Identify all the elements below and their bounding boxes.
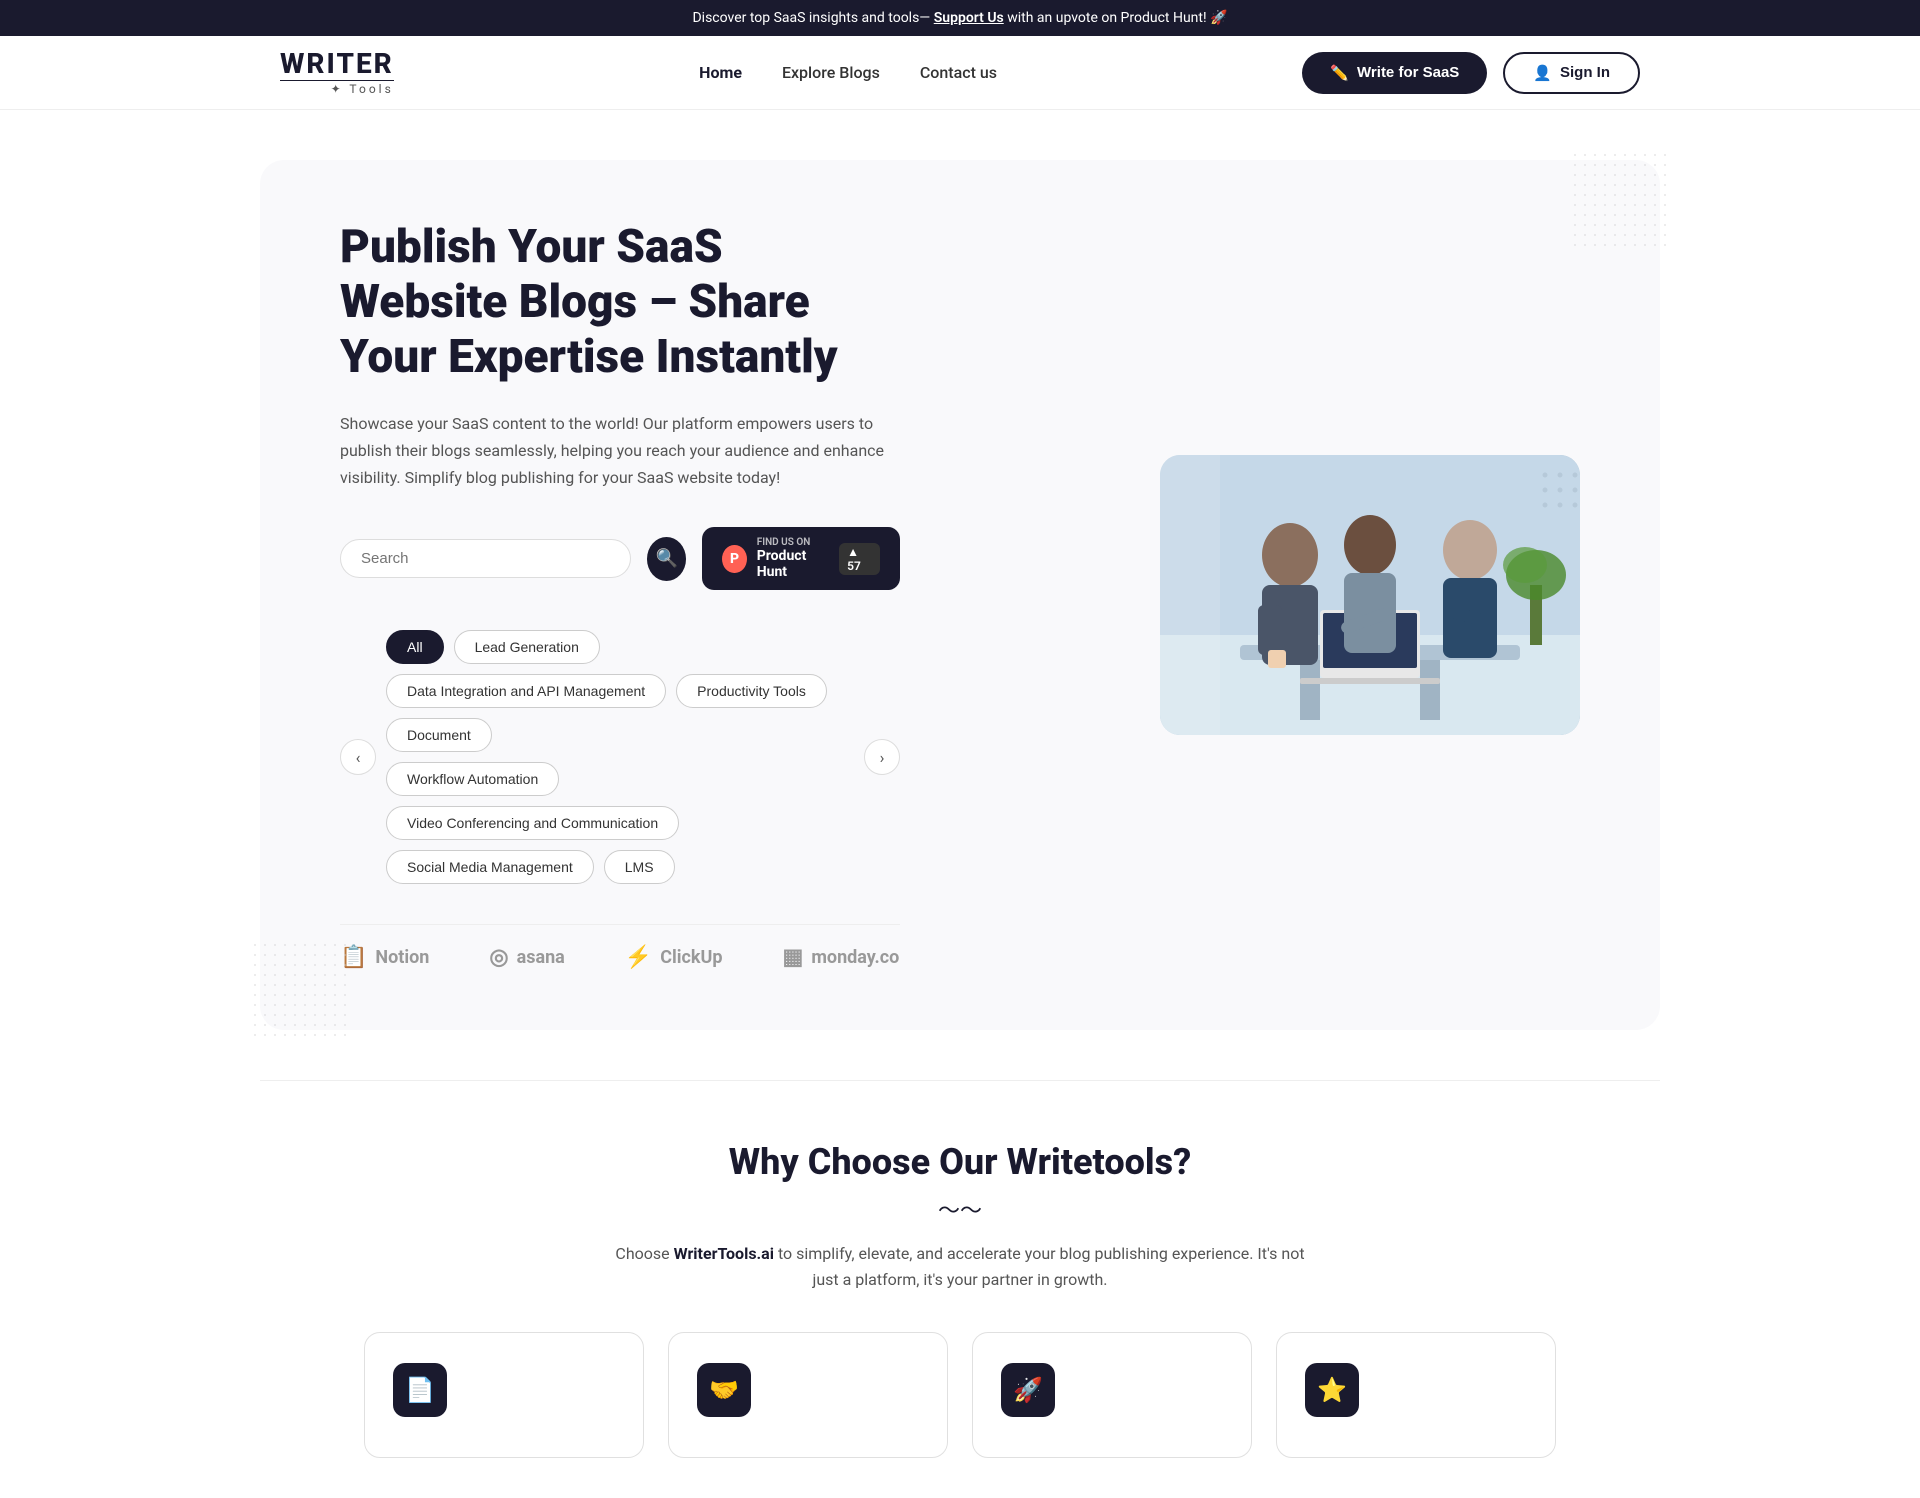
brands-row: 📋 Notion ◎ asana ⚡ ClickUp ▦ monday.com … [340,924,900,970]
logo: WRITER ✦ Tools [280,50,394,95]
hero-section: Publish Your SaaS Website Blogs – Share … [260,160,1660,1030]
arrow-up-icon: ▲ [847,545,859,559]
logo-tools: ✦ Tools [280,83,394,95]
hero-title: Publish Your SaaS Website Blogs – Share … [340,220,900,386]
clickup-icon: ⚡ [625,945,652,970]
logo-writer: WRITER [280,50,394,81]
hero-desc: Showcase your SaaS content to the world!… [340,410,900,492]
monday-icon: ▦ [783,945,804,970]
brand-notion: 📋 Notion [340,945,429,970]
next-category-arrow[interactable]: › [864,739,900,775]
why-desc: Choose WriterTools.ai to simplify, eleva… [610,1241,1310,1292]
search-button[interactable]: 🔍 [647,537,686,581]
feature-card-4: ⭐ [1276,1332,1556,1458]
pill-video-conferencing[interactable]: Video Conferencing and Communication [386,806,679,840]
chevron-right-icon: › [880,748,885,767]
search-box [340,539,631,578]
notion-label: Notion [375,947,429,968]
feature-icon-3: 🚀 [1001,1363,1055,1417]
dot-pattern-top-right [1570,150,1670,250]
write-for-saas-button[interactable]: ✏️ Write for SaaS [1302,52,1487,94]
features-grid: 📄 🤝 🚀 ⭐ [260,1332,1660,1458]
banner-text: Discover top SaaS insights and tools— [692,10,930,26]
why-desc-pre: Choose [615,1244,673,1263]
brand-monday: ▦ monday.com [783,945,900,970]
pencil-icon: ✏️ [1330,64,1349,82]
hero-content: Publish Your SaaS Website Blogs – Share … [340,220,900,970]
hero-image-bg [1160,455,1580,735]
nav-buttons: ✏️ Write for SaaS 👤 Sign In [1302,52,1640,94]
user-icon: 👤 [1533,64,1552,82]
product-hunt-badge[interactable]: P FIND US ON Product Hunt ▲ 57 [702,527,900,590]
nav-links: Home Explore Blogs Contact us [699,63,997,82]
banner-link[interactable]: Support Us [934,10,1004,26]
top-banner: Discover top SaaS insights and tools— Su… [0,0,1920,36]
ph-text: FIND US ON Product Hunt [757,537,829,580]
pill-social-media[interactable]: Social Media Management [386,850,594,884]
feature-icon-1: 📄 [393,1363,447,1417]
feature-card-3: 🚀 [972,1332,1252,1458]
pills-row-2: Workflow Automation Video Conferencing a… [386,762,854,884]
pill-lead-generation[interactable]: Lead Generation [454,630,600,664]
feature-card-1: 📄 [364,1332,644,1458]
why-section: Why Choose Our Writetools? 〜〜 Choose Wri… [0,1081,1920,1498]
why-wave: 〜〜 [260,1193,1660,1225]
pill-lms[interactable]: LMS [604,850,675,884]
why-title: Why Choose Our Writetools? [260,1141,1660,1183]
ph-count: ▲ 57 [839,543,880,575]
brand-clickup: ⚡ ClickUp [625,945,723,970]
pills-wrapper: All Lead Generation Data Integration and… [386,630,854,884]
chevron-left-icon: ‹ [356,748,361,767]
feature-icon-2: 🤝 [697,1363,751,1417]
feature-icon-4: ⭐ [1305,1363,1359,1417]
nav-contact[interactable]: Contact us [920,63,997,82]
pill-all[interactable]: All [386,630,444,664]
pill-data-integration[interactable]: Data Integration and API Management [386,674,666,708]
pill-document[interactable]: Document [386,718,492,752]
asana-label: asana [517,947,565,968]
why-brand: WriterTools.ai [674,1244,774,1263]
ph-logo: P [722,545,746,573]
clickup-label: ClickUp [660,947,722,968]
pill-productivity-tools[interactable]: Productivity Tools [676,674,827,708]
pills-row-1: All Lead Generation Data Integration and… [386,630,854,752]
ph-find-label: FIND US ON [757,537,829,548]
nav-explore-blogs[interactable]: Explore Blogs [782,63,880,82]
monday-label: monday.com [811,947,900,968]
ph-name: Product Hunt [757,548,829,580]
brand-asana: ◎ asana [489,945,564,970]
sign-in-button[interactable]: 👤 Sign In [1503,52,1640,94]
dot-pattern-bottom-left [250,940,350,1040]
search-icon: 🔍 [655,548,677,569]
why-desc-post: to simplify, elevate, and accelerate you… [774,1244,1305,1289]
hero-image [1160,455,1580,735]
pill-workflow-automation[interactable]: Workflow Automation [386,762,559,796]
search-input[interactable] [361,550,610,567]
banner-suffix: with an upvote on Product Hunt! 🚀 [1007,10,1227,26]
hero-illustration [1160,455,1580,735]
prev-category-arrow[interactable]: ‹ [340,739,376,775]
navbar: WRITER ✦ Tools Home Explore Blogs Contac… [0,36,1920,110]
asana-icon: ◎ [489,945,508,970]
feature-card-2: 🤝 [668,1332,948,1458]
categories-nav: ‹ All Lead Generation Data Integration a… [340,630,900,884]
nav-home[interactable]: Home [699,63,742,82]
search-row: 🔍 P FIND US ON Product Hunt ▲ 57 [340,527,900,590]
